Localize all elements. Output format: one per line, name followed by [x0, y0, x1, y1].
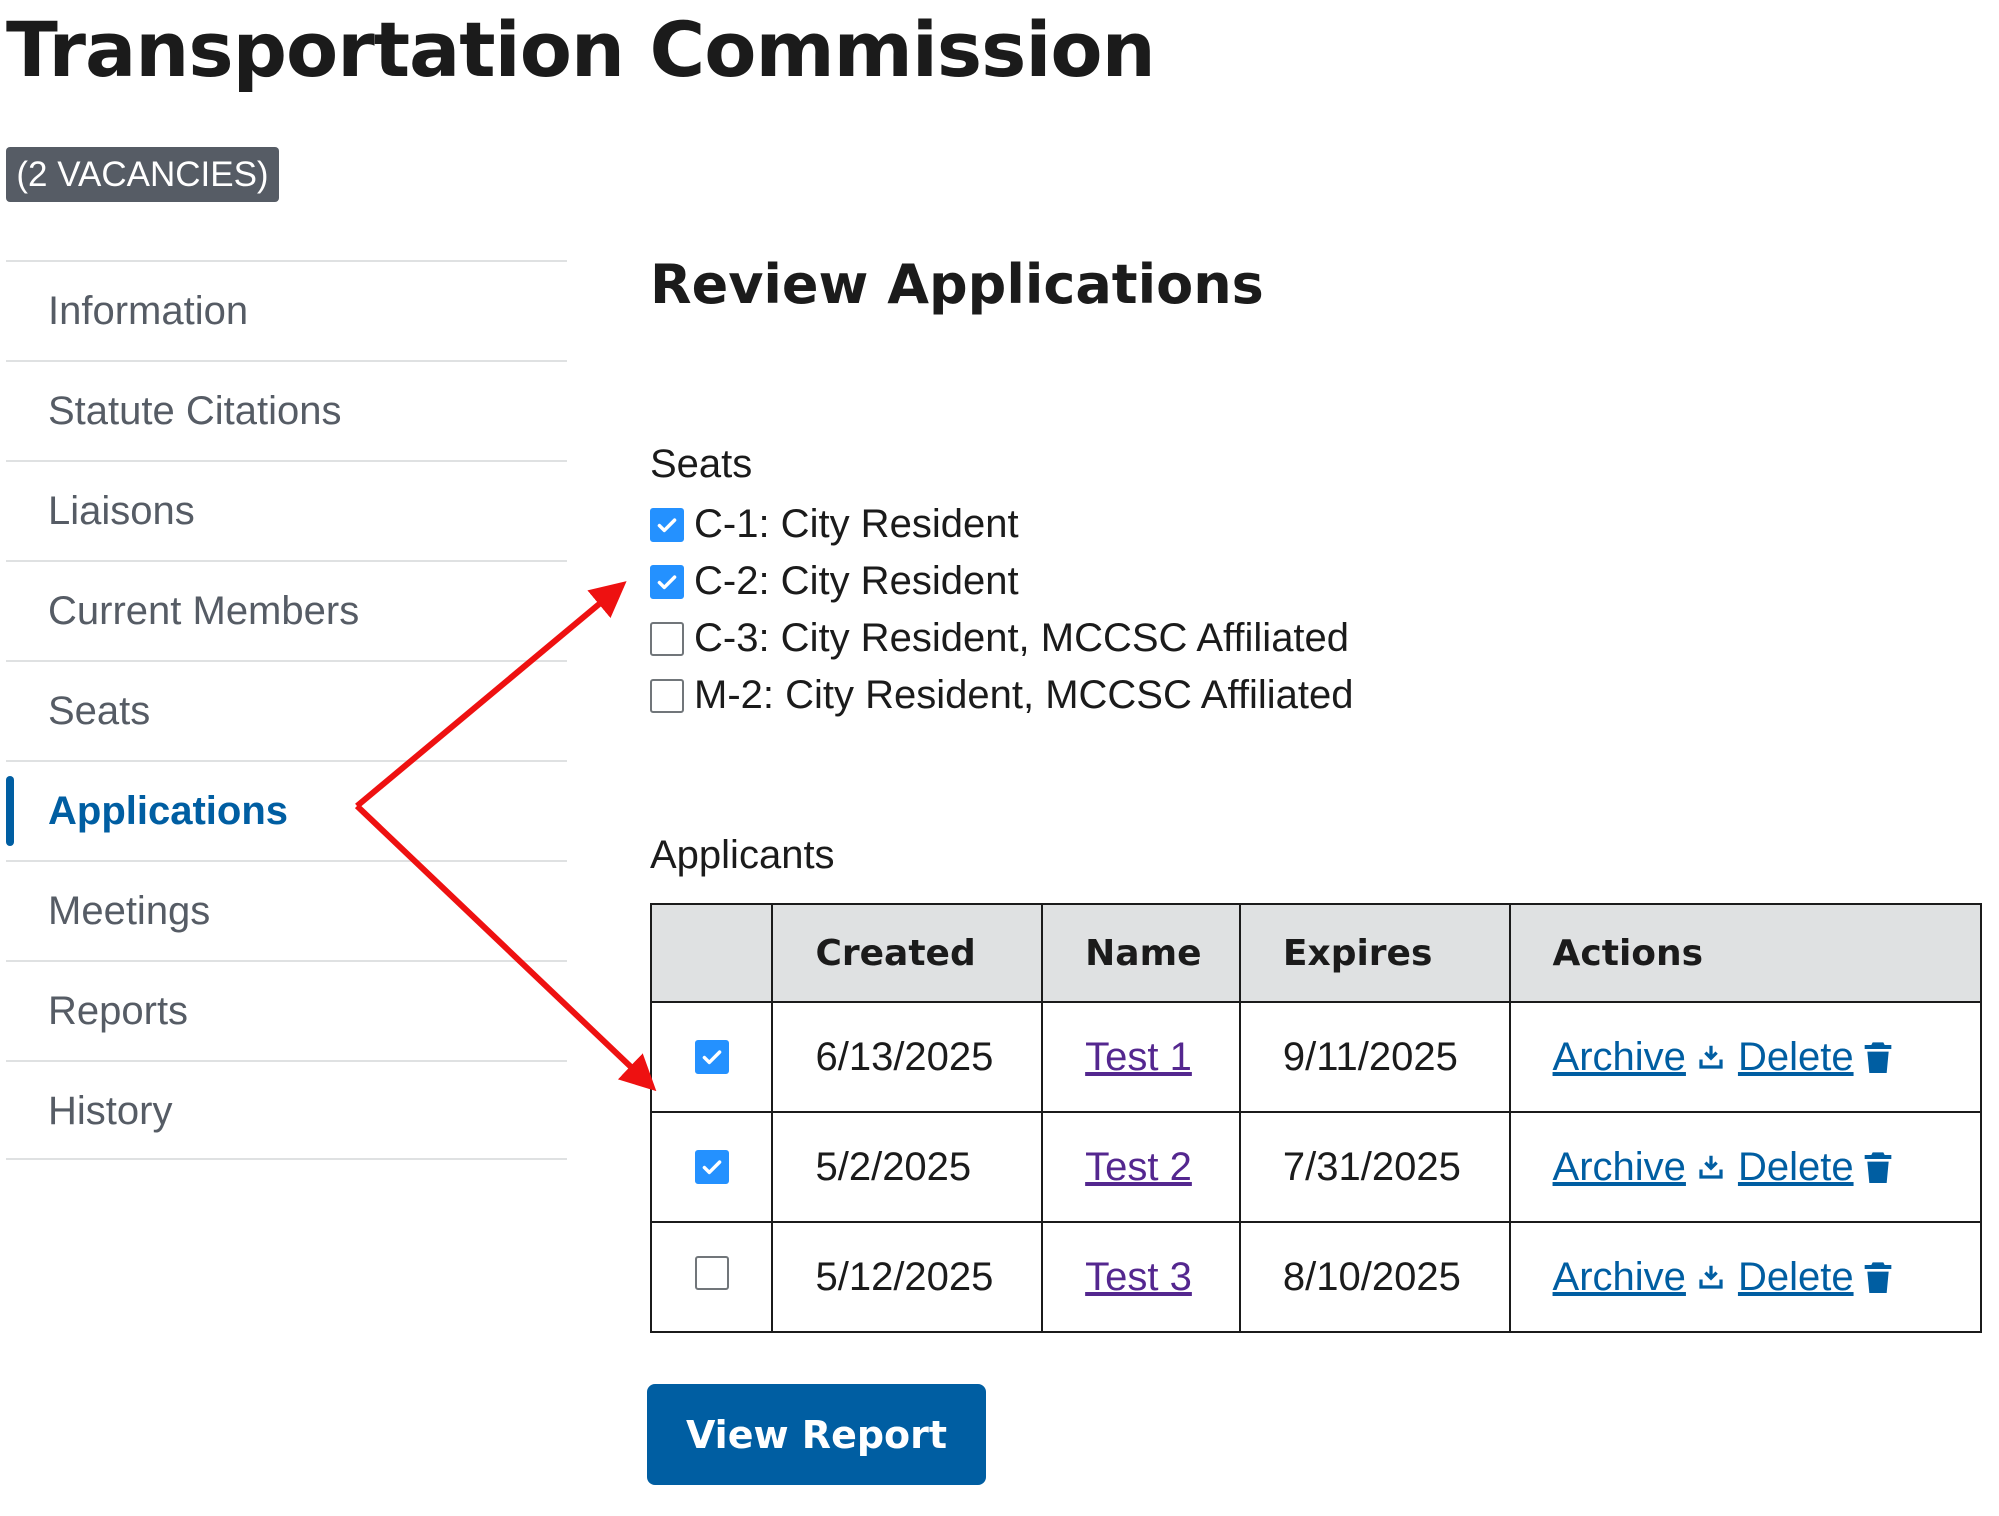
header-name: Name: [1041, 903, 1241, 1003]
table-row: 6/13/2025 Test 1 9/11/2025 Archive Delet…: [649, 1001, 1983, 1113]
sidebar-item-reports[interactable]: Reports: [6, 960, 567, 1060]
table-header-row: Created Name Expires Actions: [649, 903, 1983, 1003]
header-actions: Actions: [1508, 903, 1983, 1003]
seat-checkbox[interactable]: [650, 507, 684, 542]
seat-label: C-1: City Resident: [694, 502, 1019, 546]
archive-label: Archive: [1552, 1034, 1686, 1079]
row-checkbox[interactable]: [694, 1255, 729, 1290]
name-cell: Test 2: [1041, 1111, 1241, 1223]
applicant-name-link[interactable]: Test 3: [1085, 1255, 1192, 1299]
checkmark-icon: [702, 1159, 722, 1174]
header-expires: Expires: [1238, 903, 1511, 1003]
seat-option[interactable]: C-2: City Resident: [650, 553, 1353, 610]
seats-label: Seats: [650, 442, 753, 486]
view-report-button[interactable]: View Report: [647, 1384, 986, 1485]
archive-link[interactable]: Archive: [1553, 1145, 1726, 1190]
row-checkbox[interactable]: [694, 1149, 729, 1184]
sidebar-item-history[interactable]: History: [6, 1060, 567, 1160]
trash-icon: [1864, 1042, 1891, 1073]
seat-checkbox[interactable]: [650, 564, 684, 599]
page-title: Transportation Commission: [6, 5, 1156, 94]
delete-label: Delete: [1737, 1034, 1854, 1079]
name-cell: Test 1: [1041, 1001, 1241, 1113]
seat-option[interactable]: M-2: City Resident, MCCSC Affiliated: [650, 667, 1353, 724]
seat-checkbox[interactable]: [650, 678, 684, 713]
select-cell: [649, 1111, 774, 1223]
seat-checkbox-list: C-1: City Resident C-2: City Resident C-…: [650, 496, 1353, 724]
delete-label: Delete: [1737, 1144, 1854, 1189]
sidebar-item-current-members[interactable]: Current Members: [6, 560, 567, 660]
sidebar-item-meetings[interactable]: Meetings: [6, 860, 567, 960]
actions-cell: Archive Delete: [1508, 1001, 1983, 1113]
download-icon: [1699, 1045, 1723, 1069]
sidebar-item-seats[interactable]: Seats: [6, 660, 567, 760]
applicant-name-link[interactable]: Test 2: [1085, 1145, 1192, 1189]
delete-label: Delete: [1737, 1254, 1854, 1299]
expires-cell: 7/31/2025: [1238, 1111, 1511, 1223]
seat-label: C-3: City Resident, MCCSC Affiliated: [694, 616, 1350, 660]
archive-link[interactable]: Archive: [1553, 1035, 1726, 1080]
sidebar-nav: Information Statute Citations Liaisons C…: [6, 260, 567, 1160]
sidebar-item-statute-citations[interactable]: Statute Citations: [6, 360, 567, 460]
archive-link[interactable]: Archive: [1553, 1255, 1726, 1300]
sidebar-item-information[interactable]: Information: [6, 260, 567, 360]
checkmark-icon: [657, 574, 677, 589]
section-title: Review Applications: [650, 253, 1264, 316]
trash-icon: [1864, 1152, 1891, 1183]
sidebar-item-liaisons[interactable]: Liaisons: [6, 460, 567, 560]
header-created: Created: [771, 903, 1044, 1003]
delete-link[interactable]: Delete: [1738, 1255, 1892, 1300]
seat-label: M-2: City Resident, MCCSC Affiliated: [694, 673, 1354, 717]
row-checkbox[interactable]: [694, 1039, 729, 1074]
actions-cell: Archive Delete: [1508, 1221, 1983, 1333]
select-cell: [649, 1221, 774, 1333]
trash-icon: [1864, 1262, 1891, 1293]
seat-label: C-2: City Resident: [694, 559, 1019, 603]
name-cell: Test 3: [1041, 1221, 1241, 1333]
select-cell: [649, 1001, 774, 1113]
archive-label: Archive: [1552, 1144, 1686, 1189]
created-cell: 6/13/2025: [771, 1001, 1044, 1113]
created-cell: 5/12/2025: [771, 1221, 1044, 1333]
checkmark-icon: [702, 1049, 722, 1064]
seat-option[interactable]: C-3: City Resident, MCCSC Affiliated: [650, 610, 1353, 667]
archive-label: Archive: [1552, 1254, 1686, 1299]
seat-checkbox[interactable]: [650, 621, 684, 656]
created-cell: 5/2/2025: [771, 1111, 1044, 1223]
applicants-label: Applicants: [650, 833, 835, 877]
delete-link[interactable]: Delete: [1738, 1035, 1892, 1080]
table-row: 5/2/2025 Test 2 7/31/2025 Archive Delete: [649, 1111, 1983, 1223]
applicants-table: Created Name Expires Actions 6/13/2025 T…: [649, 903, 1983, 1333]
download-icon: [1699, 1155, 1723, 1179]
vacancy-badge: (2 VACANCIES): [6, 147, 279, 202]
expires-cell: 9/11/2025: [1238, 1001, 1511, 1113]
sidebar-item-applications[interactable]: Applications: [6, 760, 567, 860]
checkmark-icon: [657, 517, 677, 532]
applicant-name-link[interactable]: Test 1: [1085, 1035, 1192, 1079]
header-select: [649, 903, 774, 1003]
delete-link[interactable]: Delete: [1738, 1145, 1892, 1190]
actions-cell: Archive Delete: [1508, 1111, 1983, 1223]
download-icon: [1699, 1265, 1723, 1289]
expires-cell: 8/10/2025: [1238, 1221, 1511, 1333]
seat-option[interactable]: C-1: City Resident: [650, 496, 1353, 553]
table-row: 5/12/2025 Test 3 8/10/2025 Archive Delet…: [649, 1221, 1983, 1333]
